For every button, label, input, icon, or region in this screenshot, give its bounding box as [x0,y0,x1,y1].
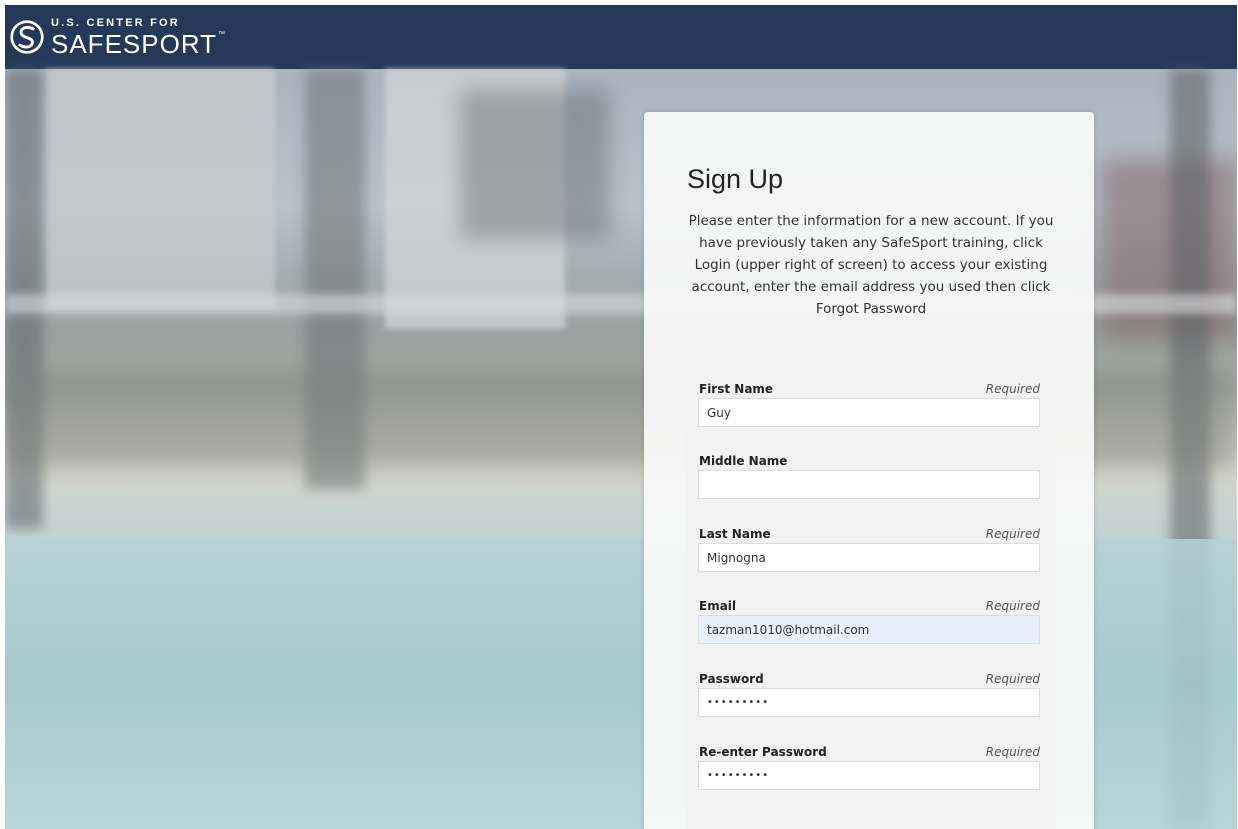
safesport-s-icon [10,20,44,54]
email-input[interactable] [698,615,1040,644]
email-required: Required [985,599,1040,613]
last-name-label: Last Name [699,527,771,541]
logo-text: U.S. CENTER FOR SAFESPORT™ [51,16,226,57]
email-label: Email [699,599,737,613]
signup-instructions: Please enter the information for a new a… [688,213,1054,317]
logo-trademark: ™ [218,30,227,38]
logo-top-line: U.S. CENTER FOR [51,16,180,29]
top-navbar: U.S. CENTER FOR SAFESPORT™ [5,5,1237,69]
signup-form: First Name Required Middle Name Last Nam… [686,352,1056,829]
password-required: Required [985,672,1040,686]
last-name-required: Required [985,527,1040,541]
safesport-logo[interactable]: U.S. CENTER FOR SAFESPORT™ [9,9,226,65]
reenter-password-required: Required [985,745,1040,759]
logo-wordmark: SAFESPORT [51,28,218,59]
middle-name-input[interactable] [698,470,1040,499]
password-input[interactable] [698,688,1040,717]
reenter-password-label: Re-enter Password [699,745,827,759]
logo-main-line: SAFESPORT™ [51,31,226,57]
first-name-input[interactable] [698,398,1040,427]
password-label: Password [699,672,764,686]
page: U.S. CENTER FOR SAFESPORT™ Sign Up Pleas… [5,5,1237,829]
bg-dark-area [460,89,610,239]
signup-title: Sign Up [687,164,784,194]
last-name-input[interactable] [698,543,1040,572]
first-name-label: First Name [699,382,774,396]
first-name-required: Required [985,382,1040,396]
reenter-password-input[interactable] [698,761,1040,790]
middle-name-label: Middle Name [699,454,788,468]
bg-wall-left [45,69,275,309]
signup-card: Sign Up Please enter the information for… [644,112,1094,829]
